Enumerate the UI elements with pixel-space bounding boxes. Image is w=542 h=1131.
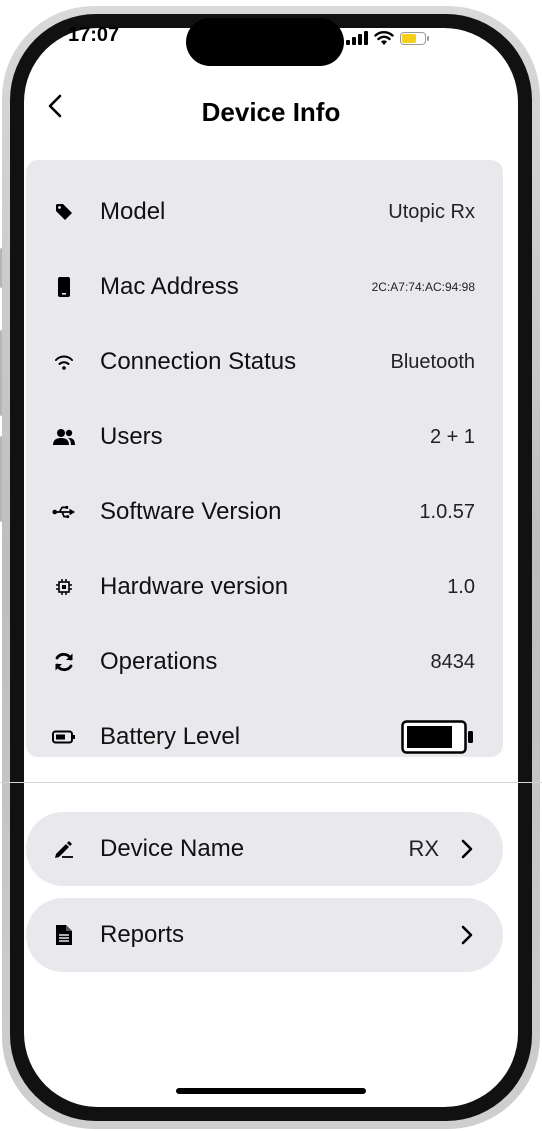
model-label: Model bbox=[100, 198, 166, 225]
home-indicator bbox=[176, 1088, 366, 1094]
software-version-label: Software Version bbox=[100, 498, 282, 525]
info-row-users: Users 2 + 1 bbox=[26, 412, 503, 462]
section-divider bbox=[0, 782, 542, 783]
reports-button[interactable]: Reports bbox=[26, 898, 503, 972]
device-name-label: Device Name bbox=[100, 835, 245, 862]
dynamic-island bbox=[186, 18, 344, 66]
info-row-mac-address: Mac Address 2C:A7:74:AC:94:98 bbox=[26, 262, 503, 312]
status-icons bbox=[346, 28, 429, 48]
users-icon bbox=[52, 425, 76, 449]
status-time: 17:07 bbox=[68, 24, 120, 46]
device-name-value: RX bbox=[408, 836, 439, 861]
tag-icon bbox=[52, 200, 76, 224]
hardware-version-value: 1.0 bbox=[447, 575, 475, 598]
model-value: Utopic Rx bbox=[388, 200, 475, 223]
chevron-right-icon bbox=[461, 925, 473, 945]
mac-address-label: Mac Address bbox=[100, 273, 239, 300]
battery-icon bbox=[52, 725, 76, 749]
info-row-battery-level: Battery Level bbox=[26, 712, 503, 762]
device-info-card: Model Utopic Rx Mac Address 2C:A7:74:AC:… bbox=[26, 160, 503, 757]
wifi-status-icon bbox=[374, 31, 394, 45]
chevron-right-icon bbox=[461, 839, 473, 859]
info-row-model: Model Utopic Rx bbox=[26, 187, 503, 237]
operations-value: 8434 bbox=[430, 650, 476, 673]
operations-label: Operations bbox=[100, 648, 218, 675]
document-icon bbox=[52, 923, 76, 947]
battery-level-fill bbox=[407, 726, 452, 748]
hardware-version-label: Hardware version bbox=[100, 573, 289, 600]
reports-label: Reports bbox=[100, 921, 185, 948]
page-title: Device Info bbox=[201, 97, 341, 127]
cellular-signal-icon bbox=[346, 31, 368, 45]
status-battery-icon bbox=[400, 31, 429, 45]
users-label: Users bbox=[100, 423, 163, 450]
mac-address-value: 2C:A7:74:AC:94:98 bbox=[371, 280, 475, 294]
wifi-icon bbox=[52, 350, 76, 374]
info-row-operations: Operations 8434 bbox=[26, 637, 503, 687]
connection-status-label: Connection Status bbox=[100, 348, 297, 375]
phone-icon bbox=[52, 275, 76, 299]
info-row-hardware-version: Hardware version 1.0 bbox=[26, 562, 503, 612]
software-version-value: 1.0.57 bbox=[419, 500, 475, 523]
device-name-button[interactable]: Device Name RX bbox=[26, 812, 503, 886]
pen-icon bbox=[52, 837, 76, 861]
connection-status-value: Bluetooth bbox=[390, 350, 475, 373]
info-row-software-version: Software Version 1.0.57 bbox=[26, 487, 503, 537]
users-value: 2 + 1 bbox=[429, 425, 475, 448]
info-row-connection-status: Connection Status Bluetooth bbox=[26, 337, 503, 387]
battery-level-label: Battery Level bbox=[100, 723, 241, 750]
usb-icon bbox=[52, 500, 76, 524]
refresh-icon bbox=[52, 650, 76, 674]
battery-level-indicator bbox=[401, 720, 475, 754]
chip-icon bbox=[52, 575, 76, 599]
